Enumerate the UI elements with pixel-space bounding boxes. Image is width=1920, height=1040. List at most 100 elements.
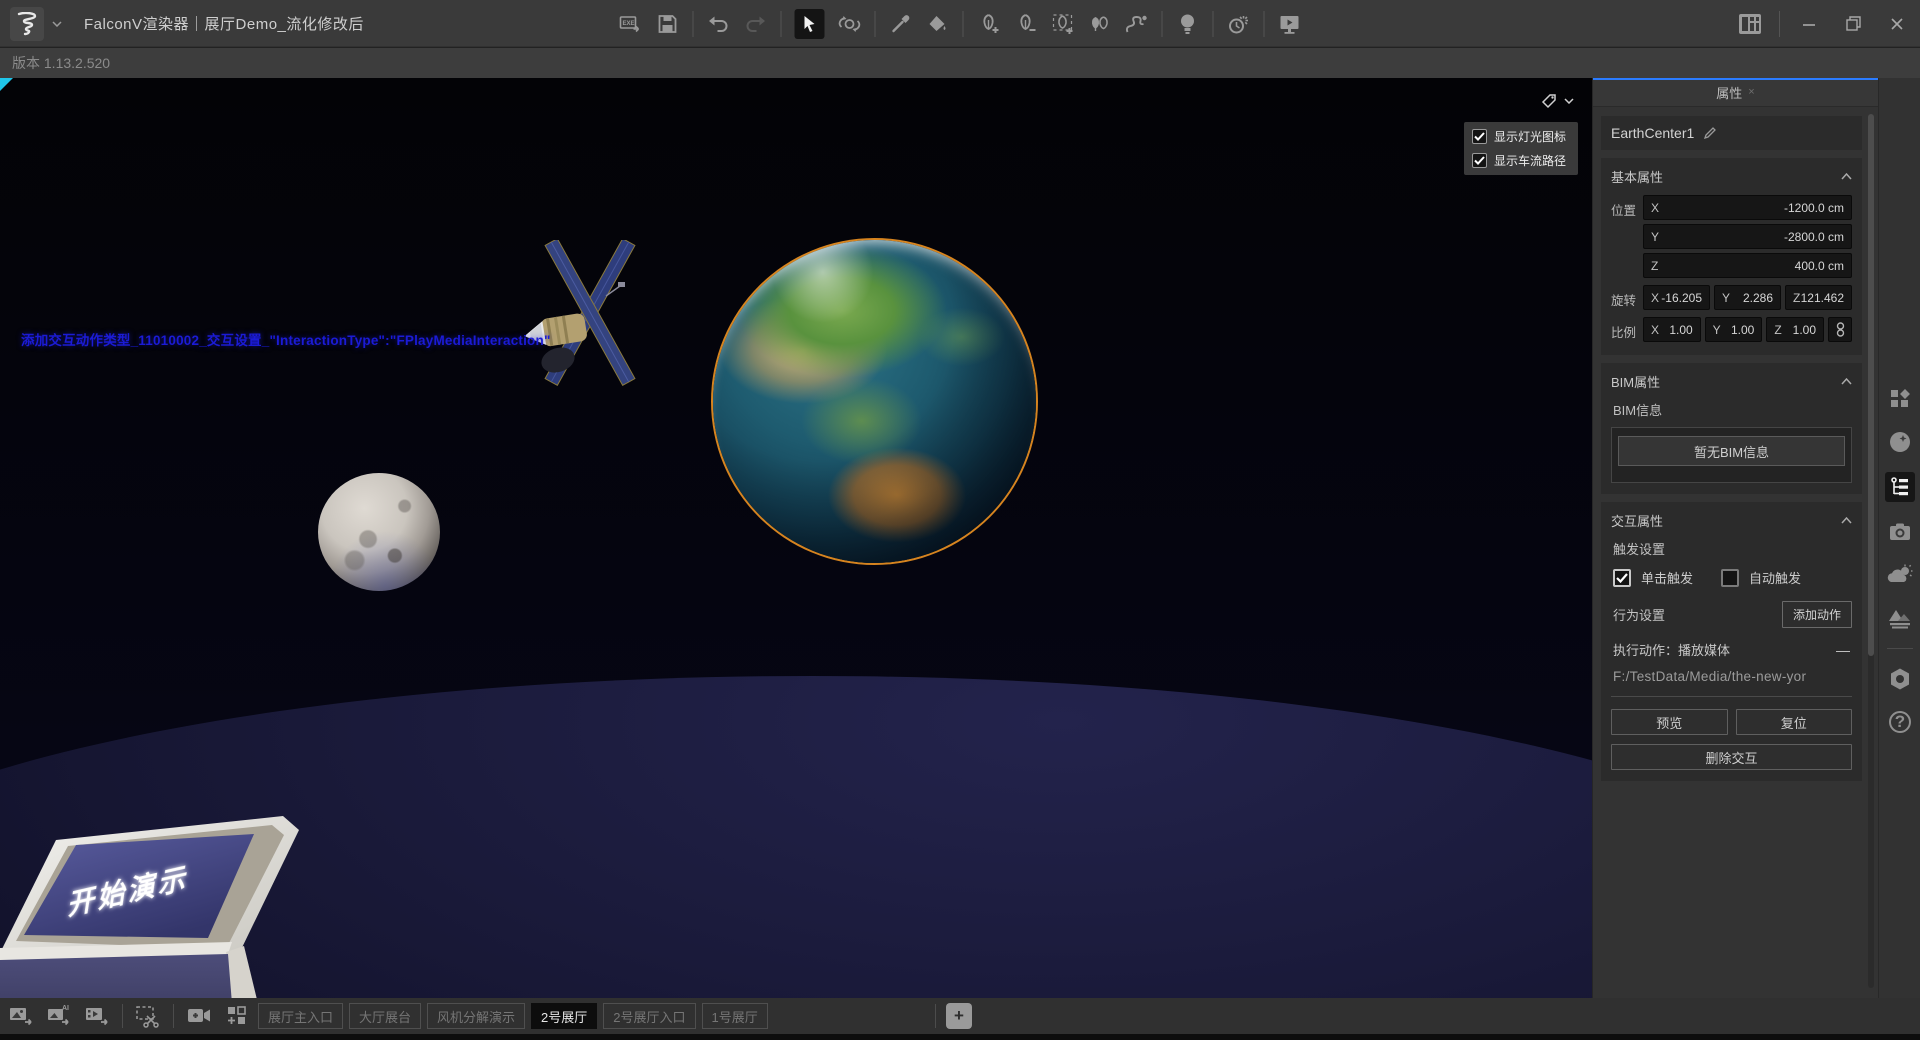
select-tool-button[interactable]	[795, 9, 825, 39]
undo-button[interactable]	[707, 12, 731, 36]
app-logo[interactable]	[10, 7, 44, 41]
material-sphere-icon	[1888, 430, 1912, 454]
add-layout-button[interactable]	[224, 1003, 250, 1029]
orbit-tool-button[interactable]	[838, 12, 862, 36]
material-sphere-button[interactable]	[1887, 429, 1913, 455]
close-button[interactable]	[1882, 9, 1912, 39]
reset-button[interactable]: 复位	[1736, 709, 1853, 735]
time-of-day-icon	[1227, 13, 1251, 35]
light-bulb-icon	[1178, 13, 1198, 35]
foliage-add-button[interactable]	[977, 12, 1001, 36]
tab-hall-2-active[interactable]: 2号展厅	[531, 1003, 597, 1029]
option-show-light-icons[interactable]: 显示灯光图标	[1472, 128, 1570, 145]
tab-close-icon[interactable]: ×	[1748, 87, 1754, 98]
collapse-chevron-icon[interactable]	[1841, 517, 1852, 524]
rotation-y-field[interactable]: Y 2.286	[1714, 285, 1781, 310]
position-z-field[interactable]: Z 400.0 cm	[1643, 253, 1852, 278]
assets-modules-button[interactable]	[1887, 386, 1913, 412]
media-screen-button[interactable]	[1278, 12, 1302, 36]
auto-trigger-checkbox[interactable]	[1721, 569, 1739, 587]
podium-kiosk[interactable]: 开始演示	[0, 796, 320, 998]
weather-button[interactable]	[1887, 562, 1913, 588]
add-action-button[interactable]: 添加动作	[1782, 601, 1852, 628]
minimize-button[interactable]	[1794, 9, 1824, 39]
chevron-down-icon[interactable]	[52, 21, 62, 27]
light-tool-button[interactable]	[1176, 12, 1200, 36]
bim-empty-button[interactable]: 暂无BIM信息	[1618, 436, 1845, 466]
foliage-select-add-icon	[1052, 13, 1074, 35]
layout-panels-button[interactable]	[1735, 9, 1765, 39]
scale-z-field[interactable]: Z 1.00	[1766, 317, 1824, 342]
rotation-x-field[interactable]: X -16.205	[1643, 285, 1710, 310]
spline-path-button[interactable]	[1125, 12, 1149, 36]
earth-object-selected[interactable]	[713, 240, 1036, 563]
toolbar-divider	[1779, 11, 1780, 37]
eyedropper-icon	[891, 14, 911, 34]
tab-hall-main-entrance[interactable]: 展厅主入口	[258, 1003, 343, 1029]
position-x-field[interactable]: X -1200.0 cm	[1643, 195, 1852, 220]
foliage-select-add-button[interactable]	[1051, 12, 1075, 36]
camera-button[interactable]	[1887, 519, 1913, 545]
plus-icon: +	[954, 1007, 964, 1024]
eyedropper-tool-button[interactable]	[889, 12, 913, 36]
option-show-traffic-paths[interactable]: 显示车流路径	[1472, 152, 1570, 169]
help-button[interactable]: ?	[1887, 709, 1913, 735]
display-options-toggle[interactable]	[1537, 90, 1578, 112]
video-export-icon	[84, 1004, 110, 1028]
edit-pencil-icon[interactable]	[1703, 126, 1717, 140]
collapse-chevron-icon[interactable]	[1841, 378, 1852, 385]
display-options-panel: 显示灯光图标 显示车流路径	[1464, 122, 1578, 175]
click-trigger-checkbox[interactable]	[1613, 569, 1631, 587]
time-of-day-button[interactable]	[1227, 12, 1251, 36]
save-button[interactable]	[656, 12, 680, 36]
add-camera-button[interactable]	[186, 1003, 212, 1029]
settings-button[interactable]	[1887, 666, 1913, 692]
moon-object[interactable]	[318, 473, 440, 591]
panel-scrollbar[interactable]	[1868, 114, 1874, 988]
modules-icon	[1889, 388, 1911, 410]
save-icon	[658, 14, 678, 34]
satellite-object[interactable]	[518, 240, 663, 390]
checkbox-checked-icon[interactable]	[1472, 153, 1487, 168]
restore-icon	[1846, 16, 1861, 31]
scale-y-field[interactable]: Y 1.00	[1705, 317, 1763, 342]
terrain-button[interactable]	[1887, 605, 1913, 631]
outliner-button-active[interactable]	[1885, 472, 1915, 502]
ai-screenshot-export-button[interactable]: AI	[46, 1003, 72, 1029]
remove-action-button[interactable]: —	[1836, 642, 1850, 658]
screenshot-export-button[interactable]	[8, 1003, 34, 1029]
export-exe-button[interactable]: EXE	[619, 12, 643, 36]
checkbox-checked-icon[interactable]	[1472, 129, 1487, 144]
add-scene-tab-button[interactable]: +	[946, 1003, 972, 1029]
delete-interaction-button[interactable]: 删除交互	[1611, 744, 1852, 770]
scale-x-field[interactable]: X 1.00	[1643, 317, 1701, 342]
tab-hall-1[interactable]: 1号展厅	[702, 1003, 768, 1029]
paint-bucket-tool-button[interactable]	[926, 12, 950, 36]
tab-lobby-booth[interactable]: 大厅展台	[349, 1003, 421, 1029]
restore-button[interactable]	[1838, 9, 1868, 39]
redo-button[interactable]	[744, 12, 768, 36]
toolbar-divider	[1213, 11, 1214, 37]
podium-side	[226, 946, 276, 998]
toolbar-divider	[693, 11, 694, 37]
svg-text:EXE: EXE	[623, 21, 635, 27]
bim-info-box: 暂无BIM信息	[1611, 427, 1852, 483]
rotation-z-field[interactable]: Z 121.462	[1785, 285, 1852, 310]
scale-link-toggle[interactable]	[1828, 317, 1852, 342]
collapse-chevron-icon[interactable]	[1841, 173, 1852, 180]
tab-turbine-demo[interactable]: 风机分解演示	[427, 1003, 525, 1029]
foliage-remove-button[interactable]	[1014, 12, 1038, 36]
properties-tab[interactable]: 属性 ×	[1593, 78, 1878, 107]
viewport-3d[interactable]: 添加交互动作类型_11010002_交互设置_"InteractionType"…	[0, 78, 1592, 998]
video-export-button[interactable]	[84, 1003, 110, 1029]
tab-hall-2-entrance[interactable]: 2号展厅入口	[603, 1003, 695, 1029]
foliage-paint-button[interactable]	[1088, 12, 1112, 36]
crop-capture-button[interactable]	[135, 1003, 161, 1029]
preview-button[interactable]: 预览	[1611, 709, 1728, 735]
orbit-icon	[838, 13, 862, 35]
toolbar-divider	[781, 11, 782, 37]
camera-icon	[1888, 521, 1912, 543]
divider	[1611, 696, 1852, 697]
strip-divider	[1887, 648, 1913, 649]
position-y-field[interactable]: Y -2800.0 cm	[1643, 224, 1852, 249]
